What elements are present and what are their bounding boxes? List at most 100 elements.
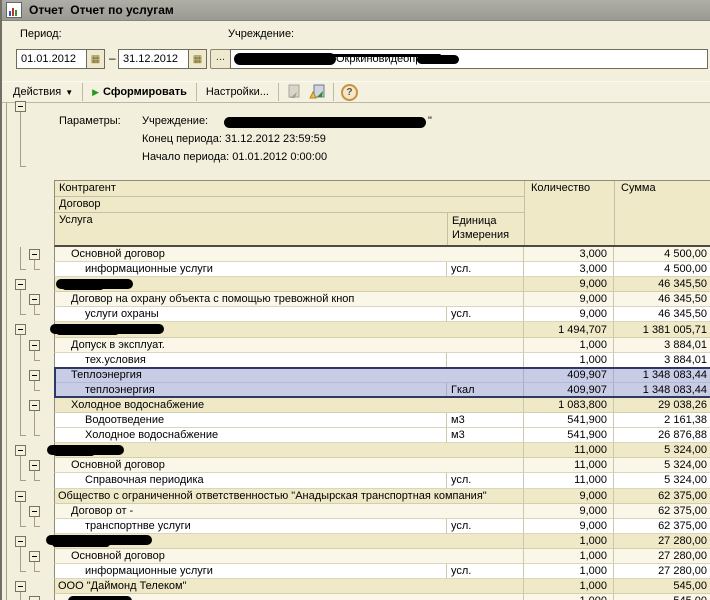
table-row[interactable]: тех.условия 1,000 3 884,01 bbox=[2, 352, 710, 369]
collapse-box[interactable] bbox=[29, 339, 40, 351]
table-row[interactable]: 1 494,7071 381 005,71от bbox=[2, 322, 710, 339]
tree-line bbox=[20, 247, 21, 263]
collapse-box[interactable] bbox=[29, 550, 40, 562]
tree-line bbox=[20, 314, 26, 316]
institution-label: Учреждение: bbox=[228, 28, 295, 40]
table-row[interactable]: транспортнве услуги усл. 9,000 62 375,00 bbox=[2, 518, 710, 534]
cell-quantity: 1,000 bbox=[523, 579, 613, 595]
table-row[interactable]: 9,000 46 345,50 bbox=[2, 277, 710, 294]
table-row[interactable]: Холодное водоснабжение 1 083,800 29 038,26 bbox=[2, 397, 710, 414]
table-row[interactable]: 1,000 27 280,00 bbox=[2, 533, 710, 550]
table-row[interactable]: Допуск в эксплуат. 1,000 3 884,01 bbox=[2, 337, 710, 354]
name-text: Договор от - bbox=[71, 504, 134, 517]
save-settings-icon[interactable] bbox=[309, 84, 327, 100]
table-row[interactable]: Основной договор 11,000 5 324,00 bbox=[2, 458, 710, 475]
cell-quantity: 9,000 bbox=[523, 488, 613, 504]
cell-name: Договор от - bbox=[54, 503, 523, 519]
censored-blob bbox=[52, 539, 110, 547]
tree-line bbox=[20, 413, 21, 430]
table-row[interactable]: Основной договор 3,000 4 500,00 bbox=[2, 247, 710, 263]
tree-gutter bbox=[2, 322, 54, 339]
table-row[interactable]: Договор на охрану объекта с помощью трев… bbox=[2, 292, 710, 309]
cell-quantity: 11,000 bbox=[523, 443, 613, 459]
tree-gutter bbox=[2, 277, 54, 294]
table-row[interactable]: ООО "Даймонд Телеком" 1,000 545,00 bbox=[2, 579, 710, 596]
collapse-box[interactable] bbox=[29, 505, 40, 517]
tree-gutter bbox=[2, 473, 54, 488]
cell-sum: 62 375,00 bbox=[613, 503, 710, 519]
table-row[interactable]: теплоэнергия Гкал 409,907 1 348 083,44 bbox=[2, 382, 710, 399]
collapse-box[interactable] bbox=[15, 581, 26, 593]
table-row[interactable]: Основной договор 1,000 27 280,00 bbox=[2, 548, 710, 565]
tree-line bbox=[34, 413, 35, 430]
table-row[interactable]: Договор от - 9,000 62 375,00 bbox=[2, 503, 710, 520]
collapse-box[interactable] bbox=[29, 460, 40, 472]
calendar-icon[interactable]: ▦ bbox=[86, 49, 105, 69]
table-row[interactable]: информационные услуги усл. 3,000 4 500,00 bbox=[2, 262, 710, 278]
censored-blob bbox=[56, 328, 119, 336]
cell-sum: 62 375,00 bbox=[613, 488, 710, 504]
tree-line bbox=[34, 389, 40, 391]
name-text: Теплоэнергия bbox=[71, 368, 142, 381]
tree-gutter bbox=[2, 458, 54, 475]
tree-gutter bbox=[2, 548, 54, 565]
table-row[interactable]: 11,000 5 324,00 bbox=[2, 443, 710, 460]
tree-gutter bbox=[2, 563, 54, 579]
table-row[interactable]: 1,000545,00 bbox=[2, 594, 710, 600]
table-row[interactable]: Водоотведение м3 541,900 2 161,38 bbox=[2, 413, 710, 430]
name-text: Холодное водоснабжение bbox=[71, 398, 205, 411]
generate-button[interactable]: ▶ Сформировать bbox=[86, 84, 193, 100]
title-bar[interactable]: Отчет Отчет по услугам bbox=[2, 0, 710, 21]
period-to-input[interactable]: 31.12.2012 bbox=[118, 49, 188, 69]
tree-gutter bbox=[2, 489, 54, 505]
cell-sum: 27 280,00 bbox=[613, 563, 710, 580]
censored-blob bbox=[53, 449, 95, 457]
table-body: Основной договор 3,000 4 500,00 информацион… bbox=[2, 247, 710, 600]
name-text: информационные услуги bbox=[85, 565, 213, 578]
header-service: Услуга bbox=[59, 214, 93, 226]
toolbar: Действия ▼ ▶ Сформировать Настройки... ? bbox=[2, 81, 710, 103]
collapse-box[interactable] bbox=[15, 324, 26, 336]
table-row[interactable]: Справочная периодика усл. 11,000 5 324,00 bbox=[2, 473, 710, 489]
help-button[interactable]: ? bbox=[340, 83, 358, 101]
institution-input[interactable]: Окркиновидеопр bbox=[230, 49, 708, 69]
collapse-box[interactable] bbox=[29, 369, 40, 381]
collapse-box[interactable] bbox=[29, 249, 40, 260]
cell-quantity: 9,000 bbox=[523, 277, 613, 293]
cell-sum: 46 345,50 bbox=[613, 307, 710, 323]
table-row[interactable]: Общество с ограниченной ответственностью… bbox=[2, 488, 710, 505]
cell-name: Договор на охрану объекта с помощью трев… bbox=[54, 292, 523, 308]
table-row[interactable]: Холодное водоснабжение м3 541,900 26 876,88 bbox=[2, 428, 710, 444]
cell-name: Допуск в эксплуат. bbox=[54, 337, 523, 353]
header-quantity: Количество bbox=[524, 181, 614, 245]
tree-line bbox=[20, 548, 21, 565]
name-text: ООО "Даймонд Телеком" bbox=[58, 580, 187, 593]
period-more-button[interactable]: ... bbox=[210, 49, 231, 69]
calendar-icon[interactable]: ▦ bbox=[188, 49, 207, 69]
collapse-box[interactable] bbox=[15, 445, 26, 457]
actions-button[interactable]: Действия ▼ bbox=[7, 84, 79, 100]
tree-line bbox=[34, 359, 40, 361]
collapse-box[interactable] bbox=[15, 490, 26, 502]
cell-name: Общество с ограниченной ответственностью… bbox=[54, 488, 523, 504]
cell-quantity: 11,000 bbox=[523, 473, 613, 489]
collapse-box[interactable] bbox=[15, 279, 26, 291]
cell-name: Основной договор bbox=[54, 247, 523, 263]
tree-line bbox=[20, 458, 21, 475]
period-from-input[interactable]: 01.01.2012 bbox=[16, 49, 86, 69]
cell-name bbox=[54, 443, 523, 459]
collapse-box[interactable] bbox=[29, 294, 40, 306]
table-row[interactable]: Теплоэнергия 409,907 1 348 083,44 bbox=[2, 367, 710, 384]
table-row[interactable]: информационные услуги усл. 1,000 27 280,00 bbox=[2, 563, 710, 580]
tree-line bbox=[20, 269, 26, 271]
collapse-box[interactable] bbox=[15, 535, 26, 547]
table-row[interactable]: услуги охраны усл. 9,000 46 345,50 bbox=[2, 307, 710, 323]
cell-name: информационные услуги bbox=[54, 563, 446, 580]
restore-settings-icon[interactable] bbox=[285, 84, 303, 100]
collapse-box[interactable] bbox=[29, 596, 40, 600]
cell-sum: 46 345,50 bbox=[613, 292, 710, 308]
collapse-box[interactable] bbox=[15, 101, 26, 112]
tree-line bbox=[20, 352, 21, 369]
collapse-box[interactable] bbox=[29, 399, 40, 411]
settings-button[interactable]: Настройки... bbox=[200, 84, 275, 100]
